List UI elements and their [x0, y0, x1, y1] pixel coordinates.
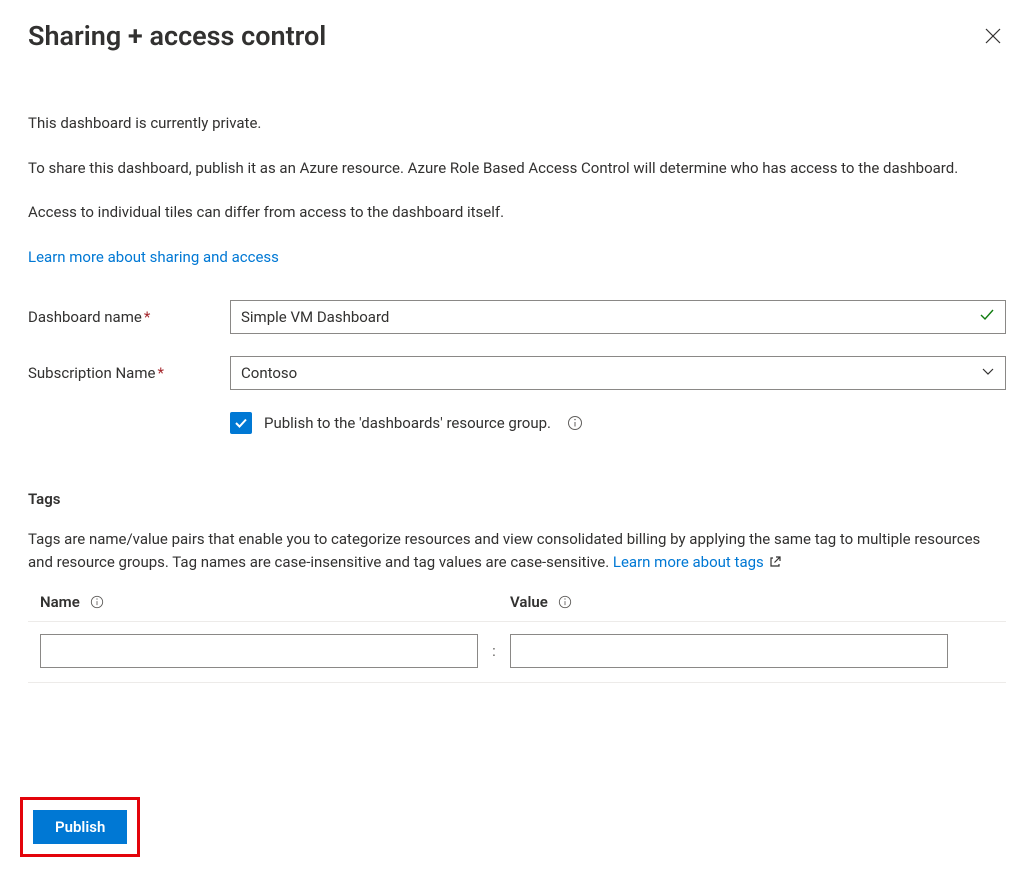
subscription-select[interactable]: Contoso	[230, 356, 1006, 390]
intro-private-text: This dashboard is currently private.	[28, 112, 1006, 135]
required-asterisk: *	[144, 308, 150, 326]
intro-share-text: To share this dashboard, publish it as a…	[28, 157, 1006, 180]
tag-value-input[interactable]	[510, 634, 948, 668]
learn-tags-link[interactable]: Learn more about tags	[613, 553, 764, 571]
subscription-name-label: Subscription Name*	[28, 364, 230, 382]
tag-separator: :	[488, 642, 500, 660]
dashboard-name-label: Dashboard name*	[28, 308, 230, 326]
tag-name-input[interactable]	[40, 634, 478, 668]
publish-to-rg-label: Publish to the 'dashboards' resource gro…	[264, 414, 551, 432]
publish-to-rg-checkbox[interactable]	[230, 412, 252, 434]
intro-tiles-text: Access to individual tiles can differ fr…	[28, 201, 1006, 224]
tags-description: Tags are name/value pairs that enable yo…	[28, 528, 1006, 573]
learn-sharing-link[interactable]: Learn more about sharing and access	[28, 248, 279, 266]
required-asterisk: *	[157, 364, 163, 382]
info-icon[interactable]	[90, 595, 104, 609]
info-icon[interactable]	[558, 595, 572, 609]
publish-button[interactable]: Publish	[33, 810, 127, 844]
tags-col-name-header: Name	[40, 593, 80, 611]
external-link-icon	[768, 555, 782, 569]
dashboard-name-input[interactable]	[230, 300, 1006, 334]
close-icon	[984, 27, 1002, 45]
tag-row: :	[28, 622, 1006, 683]
tags-section-title: Tags	[28, 490, 1006, 508]
subscription-selected-value: Contoso	[241, 364, 297, 382]
close-button[interactable]	[980, 23, 1006, 49]
page-title: Sharing + access control	[28, 20, 326, 52]
info-icon[interactable]	[567, 415, 583, 431]
publish-highlight-frame: Publish	[20, 797, 140, 857]
tags-col-value-header: Value	[510, 593, 548, 611]
